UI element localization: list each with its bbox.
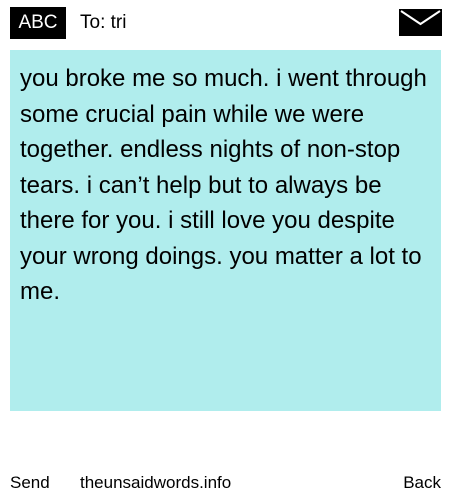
back-button[interactable]: Back — [403, 470, 441, 496]
recipient-field[interactable]: To: tri — [80, 11, 126, 35]
keyboard-mode-badge[interactable]: ABC — [10, 7, 66, 39]
compose-footer: Send theunsaidwords.info Back — [0, 470, 450, 496]
envelope-icon[interactable] — [399, 9, 442, 36]
send-button[interactable]: Send — [10, 470, 50, 496]
message-body-area[interactable]: you broke me so much. i went through som… — [10, 50, 441, 411]
site-link[interactable]: theunsaidwords.info — [80, 470, 231, 496]
message-text: you broke me so much. i went through som… — [20, 65, 427, 305]
compose-header: ABC To: tri — [0, 0, 450, 46]
